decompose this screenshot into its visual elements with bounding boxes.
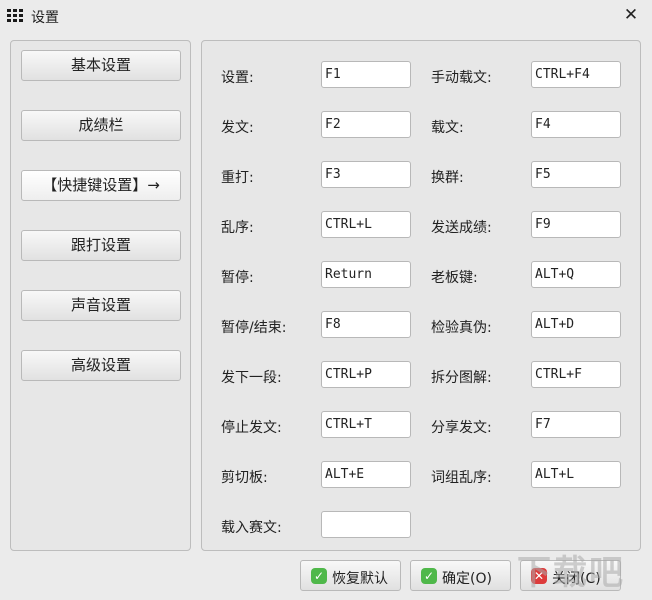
nav-follow-typing-settings[interactable]: 跟打设置: [21, 230, 181, 261]
label-manual-load-text: 手动载文:: [431, 70, 492, 86]
label-share-text: 分享发文:: [431, 420, 492, 436]
label-stop-sending: 停止发文:: [221, 420, 282, 436]
shortcut-field-split-diagram[interactable]: CTRL+F: [531, 361, 621, 388]
shortcut-field-pause-end[interactable]: F8: [321, 311, 411, 338]
shortcut-field-pause[interactable]: Return: [321, 261, 411, 288]
shortcut-field-manual-load-text[interactable]: CTRL+F4: [531, 61, 621, 88]
label-boss-key: 老板键:: [431, 270, 478, 286]
x-icon: ✕: [531, 568, 547, 584]
label-load-race-text: 载入赛文:: [221, 520, 282, 536]
check-icon: ✓: [311, 568, 327, 584]
shortcut-field-switch-group[interactable]: F5: [531, 161, 621, 188]
label-send-score: 发送成绩:: [431, 220, 492, 236]
label-load-text: 载文:: [431, 120, 464, 136]
label-switch-group: 换群:: [431, 170, 464, 186]
label-split-diagram: 拆分图解:: [431, 370, 492, 386]
label-send-next-segment: 发下一段:: [221, 370, 282, 386]
shortcut-settings-panel: 设置: F1 发文: F2 重打: F3 乱序: CTRL+L 暂停: Retu…: [201, 40, 641, 551]
shortcut-field-retype[interactable]: F3: [321, 161, 411, 188]
shortcut-field-send-text[interactable]: F2: [321, 111, 411, 138]
restore-defaults-button[interactable]: ✓ 恢复默认: [300, 560, 401, 591]
shortcut-field-clipboard[interactable]: ALT+E: [321, 461, 411, 488]
shortcut-field-send-next-segment[interactable]: CTRL+P: [321, 361, 411, 388]
close-label: 关闭(C): [552, 571, 601, 587]
title-bar: 设置 ✕: [0, 0, 652, 30]
restore-defaults-label: 恢复默认: [332, 571, 388, 587]
label-retype: 重打:: [221, 170, 254, 186]
label-settings: 设置:: [221, 70, 254, 86]
nav-score-bar[interactable]: 成绩栏: [21, 110, 181, 141]
shortcut-field-phrase-shuffle[interactable]: ALT+L: [531, 461, 621, 488]
shortcut-field-share-text[interactable]: F7: [531, 411, 621, 438]
shortcut-field-settings[interactable]: F1: [321, 61, 411, 88]
label-phrase-shuffle: 词组乱序:: [431, 470, 492, 486]
label-verify-authenticity: 检验真伪:: [431, 320, 492, 336]
ok-button[interactable]: ✓ 确定(O): [410, 560, 511, 591]
shortcut-field-boss-key[interactable]: ALT+Q: [531, 261, 621, 288]
shortcut-field-send-score[interactable]: F9: [531, 211, 621, 238]
nav-advanced-settings[interactable]: 高级设置: [21, 350, 181, 381]
close-button[interactable]: ✕ 关闭(C): [520, 560, 621, 591]
window-title: 设置: [31, 10, 59, 26]
label-send-text: 发文:: [221, 120, 254, 136]
close-icon[interactable]: ✕: [620, 4, 642, 26]
nav-shortcut-settings[interactable]: 【快捷键设置】→: [21, 170, 181, 201]
nav-basic-settings[interactable]: 基本设置: [21, 50, 181, 81]
ok-label: 确定(O): [442, 571, 492, 587]
shortcut-field-verify-authenticity[interactable]: ALT+D: [531, 311, 621, 338]
shortcut-field-stop-sending[interactable]: CTRL+T: [321, 411, 411, 438]
nav-sound-settings[interactable]: 声音设置: [21, 290, 181, 321]
shortcut-field-load-race-text[interactable]: [321, 511, 411, 538]
grid-menu-icon[interactable]: [7, 9, 23, 22]
label-clipboard: 剪切板:: [221, 470, 268, 486]
shortcut-field-load-text[interactable]: F4: [531, 111, 621, 138]
settings-nav-panel: 基本设置 成绩栏 【快捷键设置】→ 跟打设置 声音设置 高级设置: [10, 40, 191, 551]
shortcut-field-shuffle[interactable]: CTRL+L: [321, 211, 411, 238]
check-icon: ✓: [421, 568, 437, 584]
label-shuffle: 乱序:: [221, 220, 254, 236]
label-pause-end: 暂停/结束:: [221, 320, 287, 336]
label-pause: 暂停:: [221, 270, 254, 286]
